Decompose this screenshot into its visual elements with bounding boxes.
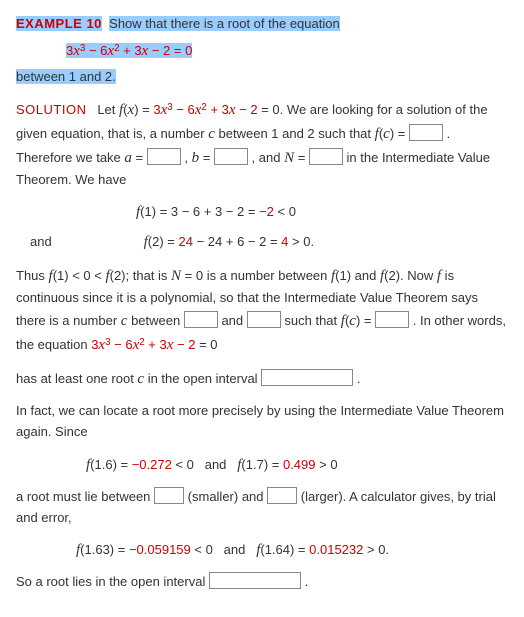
solution-para-2b: has at least one root c in the open inte… (16, 367, 508, 391)
solution-para-2: Thus f(1) < 0 < f(2); that is N = 0 is a… (16, 264, 508, 357)
example-header: EXAMPLE 10 Show that there is a root of … (16, 14, 508, 35)
blank-b[interactable] (214, 148, 248, 165)
blank-larger[interactable] (267, 487, 297, 504)
example-prompt: Show that there is a root of the equatio… (109, 16, 340, 31)
blank-fc2[interactable] (375, 311, 409, 328)
calc-row-2: f(1.63) = −0.059159 < 0 and f(1.64) = 0.… (76, 538, 508, 562)
blank-fc[interactable] (409, 124, 443, 141)
and-label: and (16, 232, 140, 253)
calc-f2-row: and f(2) = 24 − 24 + 6 − 2 = 4 > 0. (16, 230, 508, 254)
blank-n[interactable] (309, 148, 343, 165)
calc-f2: f(2) = 24 − 24 + 6 − 2 = 4 > 0. (144, 234, 314, 249)
solution-para-1: SOLUTION Let f(x) = 3x3 − 6x2 + 3x − 2 =… (16, 98, 508, 191)
example-equation: 3x3 − 6x2 + 3x − 2 = 0 (66, 39, 508, 63)
def-fx: f(x) = 3x3 − 6x2 + 3x − 2 = 0. (119, 102, 283, 117)
solution-para-3: In fact, we can locate a root more preci… (16, 401, 508, 443)
blank-interval-1[interactable] (261, 369, 353, 386)
calc-row-1: f(1.6) = −0.272 < 0 and f(1.7) = 0.499 >… (86, 453, 508, 477)
blank-between-1[interactable] (184, 311, 218, 328)
blank-between-2[interactable] (247, 311, 281, 328)
solution-label: SOLUTION (16, 102, 86, 117)
equation-text: 3x3 − 6x2 + 3x − 2 = 0 (66, 43, 192, 58)
example-label: EXAMPLE 10 (16, 16, 102, 31)
example-tail: between 1 and 2. (16, 67, 508, 88)
solution-para-3b: a root must lie between (smaller) and (l… (16, 487, 508, 529)
blank-a[interactable] (147, 148, 181, 165)
calc-f1: f(1) = 3 − 6 + 3 − 2 = −2 < 0 (136, 200, 508, 224)
blank-smaller[interactable] (154, 487, 184, 504)
blank-interval-2[interactable] (209, 572, 301, 589)
solution-para-3c: So a root lies in the open interval . (16, 572, 508, 593)
